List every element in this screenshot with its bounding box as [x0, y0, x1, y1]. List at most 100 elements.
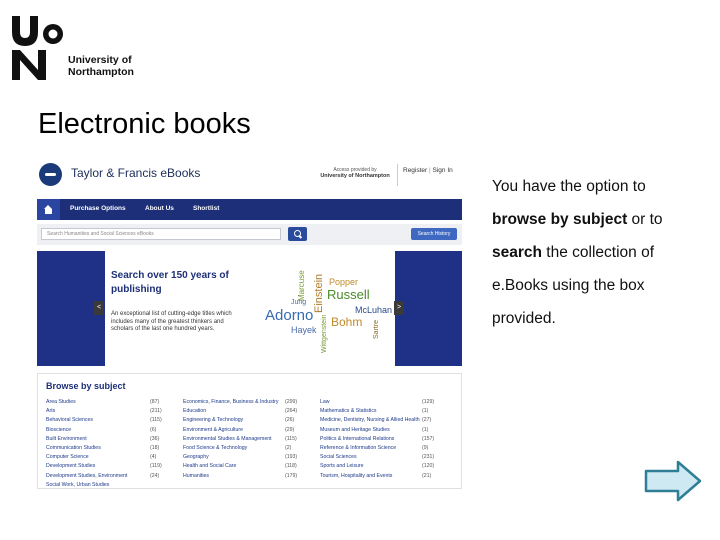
subject-row[interactable]: Development Studies (119) [46, 463, 174, 472]
register-link[interactable]: Register [403, 167, 427, 174]
body-bold-search: search [492, 244, 542, 261]
tf-header: Taylor & Francis eBooks Access provided … [37, 156, 462, 194]
search-history-button[interactable]: Search History [411, 228, 457, 240]
browse-title: Browse by subject [46, 381, 126, 391]
body-line-2-rest: or to [627, 211, 663, 228]
subject-name[interactable]: Communication Studies [46, 445, 101, 451]
subject-name[interactable]: Engineering & Technology [183, 417, 243, 423]
hero-prev-icon[interactable]: < [94, 301, 104, 315]
search-input[interactable]: Search Humanities and Social Sciences eB… [41, 228, 281, 240]
subject-row[interactable]: Computer Science (4) [46, 454, 174, 463]
subject-row[interactable]: Communication Studies (18) [46, 445, 174, 454]
subject-row[interactable]: Geography (193) [183, 454, 311, 463]
subject-count: (129) [422, 399, 435, 405]
subject-row[interactable]: Built Environment (36) [46, 436, 174, 445]
subject-name[interactable]: Social Sciences [320, 454, 357, 460]
subject-row[interactable]: Arts (211) [46, 408, 174, 417]
cloud-word: McLuhan [355, 305, 393, 315]
subject-count: (87) [150, 399, 160, 405]
tf-nav: Purchase Options About Us Shortlist [37, 199, 462, 220]
browse-by-subject: Browse by subject Area Studies (87) Arts (2… [37, 373, 462, 489]
subject-row[interactable]: Area Studies (87) [46, 399, 174, 408]
nav-about-us[interactable]: About Us [145, 205, 174, 212]
subject-row[interactable]: Social Sciences (231) [320, 454, 456, 463]
subject-name[interactable]: Arts [46, 408, 55, 414]
subject-count: (24) [150, 472, 160, 479]
subject-row[interactable]: Mathematics & Statistics (1) [320, 408, 456, 417]
subject-row[interactable]: Humanities (179) [183, 473, 311, 482]
header-divider [397, 164, 398, 186]
hero-next-icon[interactable]: > [394, 301, 404, 315]
subject-row[interactable]: Law (129) [320, 399, 456, 408]
body-line-3-rest: the collection of [541, 244, 654, 261]
subject-row[interactable]: Social Work, Urban Studies [46, 482, 174, 489]
subject-name[interactable]: Law [320, 399, 330, 405]
subject-count: (264) [285, 408, 298, 415]
subject-count: (115) [150, 417, 162, 424]
subject-name[interactable]: Area Studies [46, 399, 76, 405]
cloud-word: Popper [329, 277, 359, 287]
subject-name[interactable]: Computer Science [46, 454, 89, 460]
hero-panel: Search over 150 years of publishing An e… [105, 251, 395, 366]
subject-name[interactable]: Food Science & Technology [183, 445, 247, 451]
subject-name[interactable]: Sports and Leisure [320, 463, 364, 469]
cloud-word: Russell [327, 287, 370, 302]
subject-name[interactable]: Built Environment [46, 436, 87, 442]
subject-count: (29) [285, 426, 295, 433]
cloud-word: Wittgenstein [321, 314, 328, 353]
subject-name[interactable]: Environment & Agriculture [183, 427, 243, 433]
subject-count: (2) [285, 444, 292, 451]
subject-row[interactable]: Environmental Studies & Management (115) [183, 436, 311, 445]
subject-row[interactable]: Health and Social Care (118) [183, 463, 311, 472]
signin-link[interactable]: Sign In [433, 167, 453, 174]
next-arrow-icon[interactable] [644, 460, 702, 502]
subject-row[interactable]: Education (264) [183, 408, 311, 417]
subject-name[interactable]: Environmental Studies & Management [183, 436, 272, 442]
subject-name[interactable]: Education [183, 408, 206, 414]
subject-name[interactable]: Politics & International Relations [320, 436, 394, 442]
subject-row[interactable]: Medicine, Dentistry, Nursing & Allied He… [320, 417, 456, 426]
subject-name[interactable]: Museum and Heritage Studies [320, 427, 390, 433]
subject-row[interactable]: Development Studies, Environment (24) [46, 473, 174, 482]
home-icon[interactable] [37, 199, 60, 220]
subject-name[interactable]: Behavioral Sciences [46, 417, 93, 423]
subject-name[interactable]: Reference & Information Science [320, 445, 396, 451]
subject-name[interactable]: Mathematics & Statistics [320, 408, 377, 414]
subject-row[interactable]: Tourism, Hospitality and Events (21) [320, 473, 456, 482]
subject-name[interactable]: Geography [183, 454, 209, 460]
subject-count: (179) [285, 472, 298, 479]
subject-row[interactable]: Engineering & Technology (26) [183, 417, 311, 426]
access-line-2: University of Northampton [320, 173, 390, 179]
subject-name[interactable]: Health and Social Care [183, 463, 236, 469]
subject-row[interactable]: Bioscience (6) [46, 427, 174, 436]
tf-brand: Taylor & Francis eBooks [71, 166, 201, 180]
subject-row[interactable]: Reference & Information Science (9) [320, 445, 456, 454]
subject-name[interactable]: Economics, Finance, Business & Industry [183, 399, 278, 405]
search-icon[interactable] [288, 227, 307, 241]
subject-count: (26) [285, 417, 295, 424]
subject-name[interactable]: Social Work, Urban Studies [46, 482, 109, 488]
subject-row[interactable]: Environment & Agriculture (29) [183, 427, 311, 436]
body-line-2: browse by subject or to [492, 203, 702, 236]
subject-row[interactable]: Politics & International Relations (157) [320, 436, 456, 445]
subject-name[interactable]: Tourism, Hospitality and Events [320, 473, 392, 479]
subject-row[interactable]: Museum and Heritage Studies (1) [320, 427, 456, 436]
logo-text: University of Northampton [68, 54, 134, 78]
subject-count: (118) [285, 463, 297, 470]
subject-count: (193) [285, 454, 298, 461]
nav-shortlist[interactable]: Shortlist [193, 205, 219, 212]
subject-name[interactable]: Development Studies, Environment [46, 473, 127, 479]
tf-logo-icon [39, 163, 62, 186]
cloud-word: Bohm [331, 315, 363, 329]
nav-purchase-options[interactable]: Purchase Options [70, 205, 126, 212]
subject-name[interactable]: Development Studies [46, 463, 95, 469]
uon-logo: University of Northampton [10, 14, 140, 82]
subject-name[interactable]: Humanities [183, 473, 209, 479]
subject-name[interactable]: Bioscience [46, 427, 71, 433]
subject-row[interactable]: Food Science & Technology (2) [183, 445, 311, 454]
hero-title: Search over 150 years of publishing [111, 270, 229, 295]
subject-row[interactable]: Economics, Finance, Business & Industry (… [183, 399, 311, 408]
subject-row[interactable]: Behavioral Sciences (115) [46, 417, 174, 426]
subject-name[interactable]: Medicine, Dentistry, Nursing & Allied He… [320, 417, 420, 423]
subject-row[interactable]: Sports and Leisure (120) [320, 463, 456, 472]
